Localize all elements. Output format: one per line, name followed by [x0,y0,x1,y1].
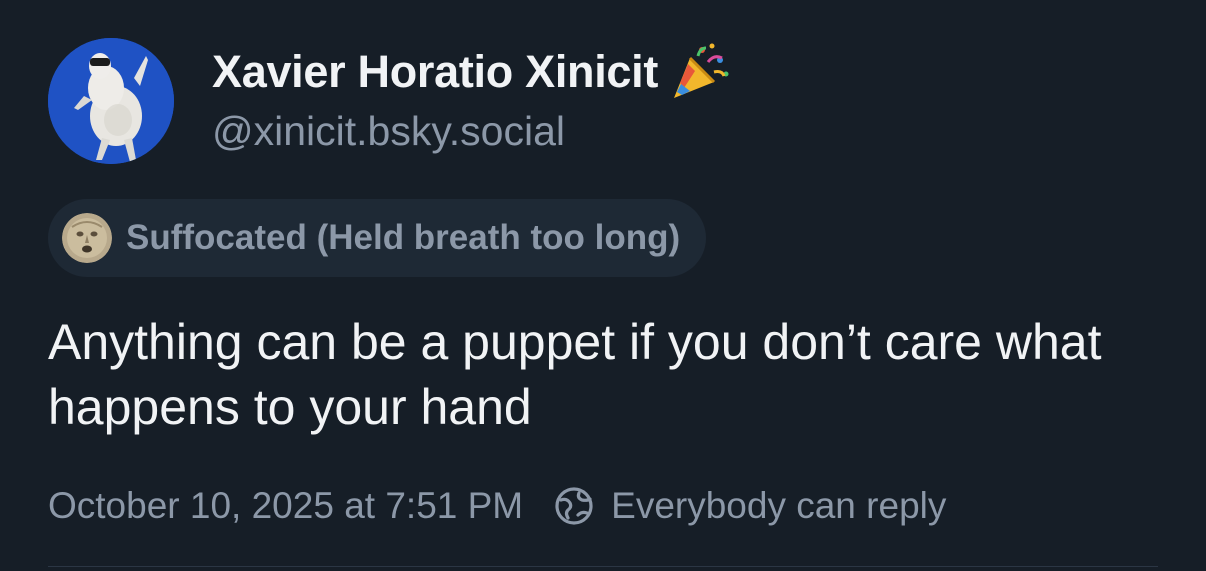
reply-settings-button[interactable]: Everybody can reply [553,485,946,527]
party-popper-icon [668,40,732,104]
author-avatar[interactable] [48,38,174,164]
author-display-name[interactable]: Xavier Horatio Xinicit [212,46,658,98]
post-text: Anything can be a puppet if you don’t ca… [48,314,1102,435]
author-handle[interactable]: @xinicit.bsky.social [212,108,565,155]
divider [48,566,1158,567]
moderation-label[interactable]: Suffocated (Held breath too long) [48,199,707,277]
goat-avatar-image [48,38,174,164]
stone-face-icon [62,213,112,263]
author-name-row: Xavier Horatio Xinicit [212,40,732,104]
moderation-label-text: Suffocated (Held breath too long) [126,218,681,257]
post-thread-anchor: Xavier Horatio Xinicit @xinicit.bsky.soc… [0,0,1206,571]
globe-icon [553,485,595,527]
post-timestamp[interactable]: October 10, 2025 at 7:51 PM [48,485,523,527]
reply-settings-label: Everybody can reply [611,485,947,526]
post-meta: October 10, 2025 at 7:51 PM Everybody ca… [48,478,946,534]
